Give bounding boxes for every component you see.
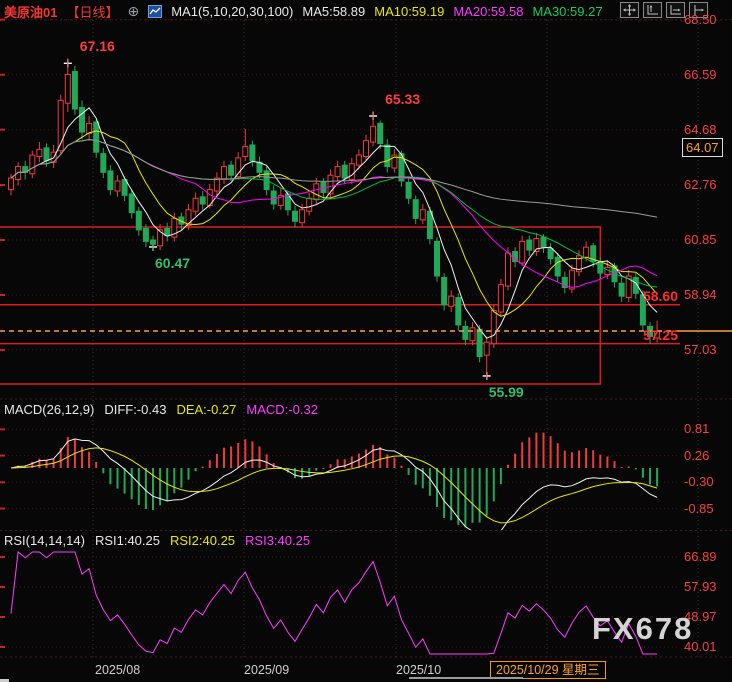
- rsi-axis-label: 57.93: [684, 579, 717, 594]
- add-indicator-icon[interactable]: ⊕: [127, 5, 139, 18]
- y-axis-label: 62.76: [684, 177, 717, 192]
- chart-header: 美原油01 【日线】 ⊕ MA1(5,10,20,30,100) MA5:58.…: [4, 2, 603, 21]
- rsi-title: RSI(14,14,14): [4, 533, 85, 548]
- ma30-value: MA30:59.27: [532, 4, 602, 19]
- x-axis-month-label: 2025/09: [244, 663, 289, 677]
- y-axis-label: 58.94: [684, 287, 717, 302]
- extreme-price-label: 55.99: [489, 384, 524, 400]
- extreme-price-label: 65.33: [385, 91, 420, 107]
- level-line-label: 57.25: [600, 327, 678, 343]
- ma5-line: [11, 108, 657, 338]
- y-axis-label: 64.68: [684, 122, 717, 137]
- x-axis-month-label: 2025/10: [396, 663, 441, 677]
- macd-axis-label: 0.81: [684, 421, 709, 436]
- macd-layer: [11, 433, 657, 541]
- pan-icon[interactable]: [620, 2, 639, 18]
- y-axis-label: 68.50: [684, 12, 717, 27]
- y-axis-label: 60.85: [684, 232, 717, 247]
- ma-group-label: MA1(5,10,20,30,100): [171, 4, 293, 19]
- boxed-price-label: 64.07: [682, 138, 723, 157]
- fit-x-axis-icon[interactable]: [666, 2, 685, 18]
- macd-axis-label: 0.26: [684, 448, 709, 463]
- ma10-value: MA10:59.19: [374, 4, 444, 19]
- ma20-value: MA20:59.58: [453, 4, 523, 19]
- extreme-price-label: 60.47: [155, 255, 190, 271]
- macd-axis-label: -0.85: [684, 501, 714, 516]
- level-line-label: 58.60: [600, 288, 678, 304]
- x-axis-month-label: 2025/08: [95, 663, 140, 677]
- watermark: FX678: [592, 611, 693, 647]
- fit-y-axis-icon[interactable]: [643, 2, 662, 18]
- rsi1-value: RSI1:40.25: [95, 533, 160, 548]
- macd-axis-label: -0.30: [684, 474, 714, 489]
- ma10-line: [11, 131, 657, 316]
- rsi-axis-label: 66.89: [684, 549, 717, 564]
- rsi-panel-header: RSI(14,14,14) RSI1:40.25 RSI2:40.25 RSI3…: [4, 533, 310, 548]
- y-axis-label: 57.03: [684, 342, 717, 357]
- extreme-price-label: 67.16: [80, 38, 115, 54]
- period-label: 【日线】: [66, 2, 118, 21]
- macd-panel-header: MACD(26,12,9) DIFF:-0.43 DEA:-0.27 MACD:…: [4, 402, 318, 417]
- macd-macd-value: MACD:-0.32: [246, 402, 318, 417]
- y-axis-label: 66.59: [684, 67, 717, 82]
- macd-dea-value: DEA:-0.27: [176, 402, 236, 417]
- ma5-value: MA5:58.89: [302, 4, 365, 19]
- symbol-name: 美原油01: [4, 2, 57, 21]
- macd-title: MACD(26,12,9): [4, 402, 94, 417]
- rsi-layer: [11, 552, 657, 654]
- macd-diff-value: DIFF:-0.43: [104, 402, 166, 417]
- rsi3-value: RSI3:40.25: [245, 533, 310, 548]
- chart-type-icon[interactable]: [148, 5, 162, 18]
- horizontal-scrollbar[interactable]: [409, 677, 523, 679]
- rsi2-value: RSI2:40.25: [170, 533, 235, 548]
